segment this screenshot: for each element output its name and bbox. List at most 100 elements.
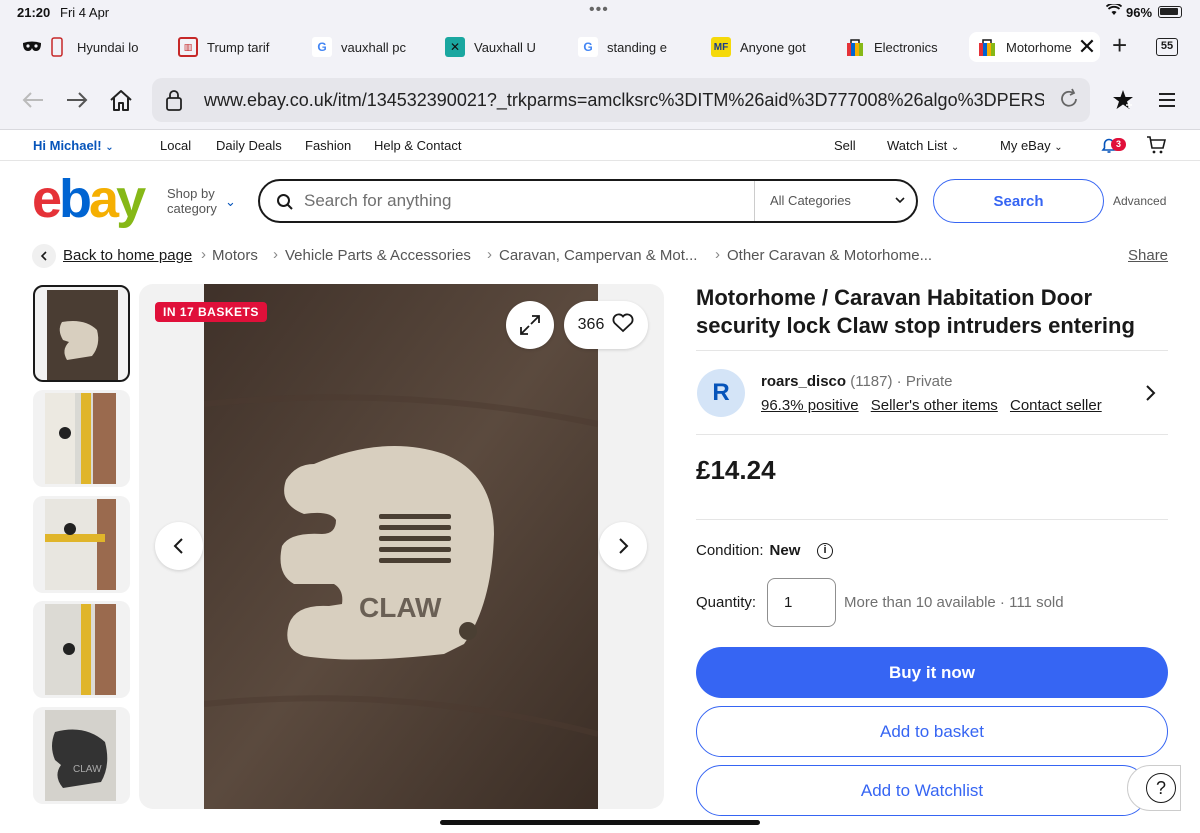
reload-icon[interactable] [1058,88,1080,115]
back-arrow-icon[interactable] [20,87,46,113]
url-text: www.ebay.co.uk/itm/134532390021?_trkparm… [204,90,1044,110]
phone-icon [51,37,63,57]
in-baskets-badge: IN 17 BASKETS [155,302,267,322]
chevron-right-icon[interactable] [1144,384,1156,407]
nav-daily-deals[interactable]: Daily Deals [216,138,282,153]
back-to-home-link[interactable]: Back to home page [63,247,192,264]
breadcrumb-item[interactable]: Vehicle Parts & Accessories [285,247,471,264]
thumbnail-4[interactable] [33,601,130,698]
positive-feedback-link[interactable]: 96.3% positive [761,397,859,414]
menu-icon[interactable] [1154,87,1180,113]
ebay-logo[interactable]: ebay [32,169,146,229]
search-divider [754,181,755,221]
tab-count-button[interactable]: 55 [1156,38,1178,56]
thumbnail-text: CLAW [73,764,102,775]
nav-sell[interactable]: Sell [834,138,856,153]
chevron-down-icon: ⌄ [950,142,960,153]
new-tab-icon[interactable]: + [1112,32,1127,58]
search-icon [276,193,294,216]
shop-by-label: Shop by [167,186,215,201]
greeting-menu[interactable]: Hi Michael! ⌄ [33,138,114,153]
tab-standing[interactable]: G standing e [578,32,667,62]
tab-electronics[interactable]: Electronics [845,32,938,62]
tab-hyundai[interactable]: Hyundai lo [22,32,138,62]
watch-button[interactable]: 366 [564,301,648,349]
logo-letter: a [89,169,119,229]
divider [696,350,1168,351]
logo-letter: y [116,169,146,229]
condition-value: New [769,542,801,559]
cart-icon[interactable] [1146,136,1167,157]
watchers-count: 366 [577,316,605,333]
breadcrumb-item[interactable]: Other Caravan & Motorhome... [727,247,932,264]
buy-it-now-button[interactable]: Buy it now [696,647,1168,698]
tab-vauxhall-u[interactable]: ✕ Vauxhall U [445,32,536,62]
address-bar[interactable]: www.ebay.co.uk/itm/134532390021?_trkparm… [152,78,1090,122]
nav-help-contact[interactable]: Help & Contact [374,138,461,153]
thumbnail-image [45,604,116,695]
battery-percent: 96% [1126,5,1153,20]
help-button[interactable]: ? [1127,765,1181,811]
breadcrumb-item[interactable]: Motors [212,247,258,264]
sellers-other-items-link[interactable]: Seller's other items [871,397,998,414]
my-ebay-label: My eBay [1000,138,1051,153]
breadcrumb: Back to home page › Motors › Vehicle Par… [32,243,1172,269]
contact-seller-link[interactable]: Contact seller [1010,397,1102,414]
home-indicator[interactable] [440,820,760,825]
seller-info: roars_disco (1187) · Private [761,373,953,390]
search-input[interactable] [304,190,744,212]
thumbnail-5[interactable]: CLAW [33,707,130,804]
tab-motorhome[interactable]: Motorhome ✕ [969,32,1100,62]
add-to-watchlist-button[interactable]: Add to Watchlist [696,765,1148,816]
tab-label: Hyundai lo [77,39,139,55]
news-icon: ▥ [178,37,198,57]
forward-arrow-icon[interactable] [64,87,90,113]
search-button[interactable]: Search [933,179,1104,223]
ebay-bag-icon [977,37,997,57]
thumbnail-2[interactable] [33,390,130,487]
help-icon: ? [1146,773,1176,803]
thumbnail-3[interactable] [33,496,130,593]
next-image-button[interactable] [599,522,647,570]
thumbnail-1[interactable] [33,285,130,382]
breadcrumb-separator: › [273,246,278,263]
category-select[interactable]: All Categories [770,193,851,208]
breadcrumb-item[interactable]: Caravan, Campervan & Mot... [499,247,697,264]
wifi-icon [1105,2,1123,19]
browser-tab-bar: Hyundai lo ▥ Trump tarif G vauxhall pc ✕… [0,24,1200,70]
greeting-label: Hi Michael! [33,138,102,153]
product-title: Motorhome / Caravan Habitation Door secu… [696,285,1135,338]
breadcrumb-separator: › [487,246,492,263]
heart-icon [612,313,634,338]
advanced-search-link[interactable]: Advanced [1113,194,1166,208]
seller-links: 96.3% positive Seller's other items Cont… [761,397,1110,414]
chevron-down-icon[interactable] [894,193,906,211]
main-product-image[interactable]: CLAW [139,284,664,809]
back-chevron-icon[interactable] [32,244,56,268]
share-link[interactable]: Share [1128,247,1168,264]
shop-by-category[interactable]: Shop by category ⌄ [167,186,236,216]
thumbnail-image: CLAW [45,710,116,801]
lock-icon [166,89,182,116]
seller-name[interactable]: roars_disco [761,373,846,390]
quantity-input[interactable]: 1 [767,578,836,627]
notification-badge: 3 [1111,138,1126,151]
add-to-basket-button[interactable]: Add to basket [696,706,1168,757]
google-icon: G [312,37,332,57]
tab-vauxhall-pc[interactable]: G vauxhall pc [312,32,406,62]
home-icon[interactable] [108,87,134,113]
nav-watch-list[interactable]: Watch List ⌄ [887,138,959,153]
previous-image-button[interactable] [155,522,203,570]
bookmark-star-icon[interactable] [1110,87,1136,113]
tab-trump[interactable]: ▥ Trump tarif [178,32,269,62]
nav-local[interactable]: Local [160,138,191,153]
expand-icon[interactable] [506,301,554,349]
info-icon[interactable]: i [817,543,833,559]
multitask-dots-icon[interactable]: ••• [589,1,609,19]
nav-fashion[interactable]: Fashion [305,138,351,153]
tab-anyone-got[interactable]: MF Anyone got [711,32,806,62]
nav-my-ebay[interactable]: My eBay ⌄ [1000,138,1063,153]
close-tab-icon[interactable]: ✕ [1078,36,1096,58]
seller-avatar[interactable]: R [697,369,745,417]
tab-label: standing e [607,39,667,55]
